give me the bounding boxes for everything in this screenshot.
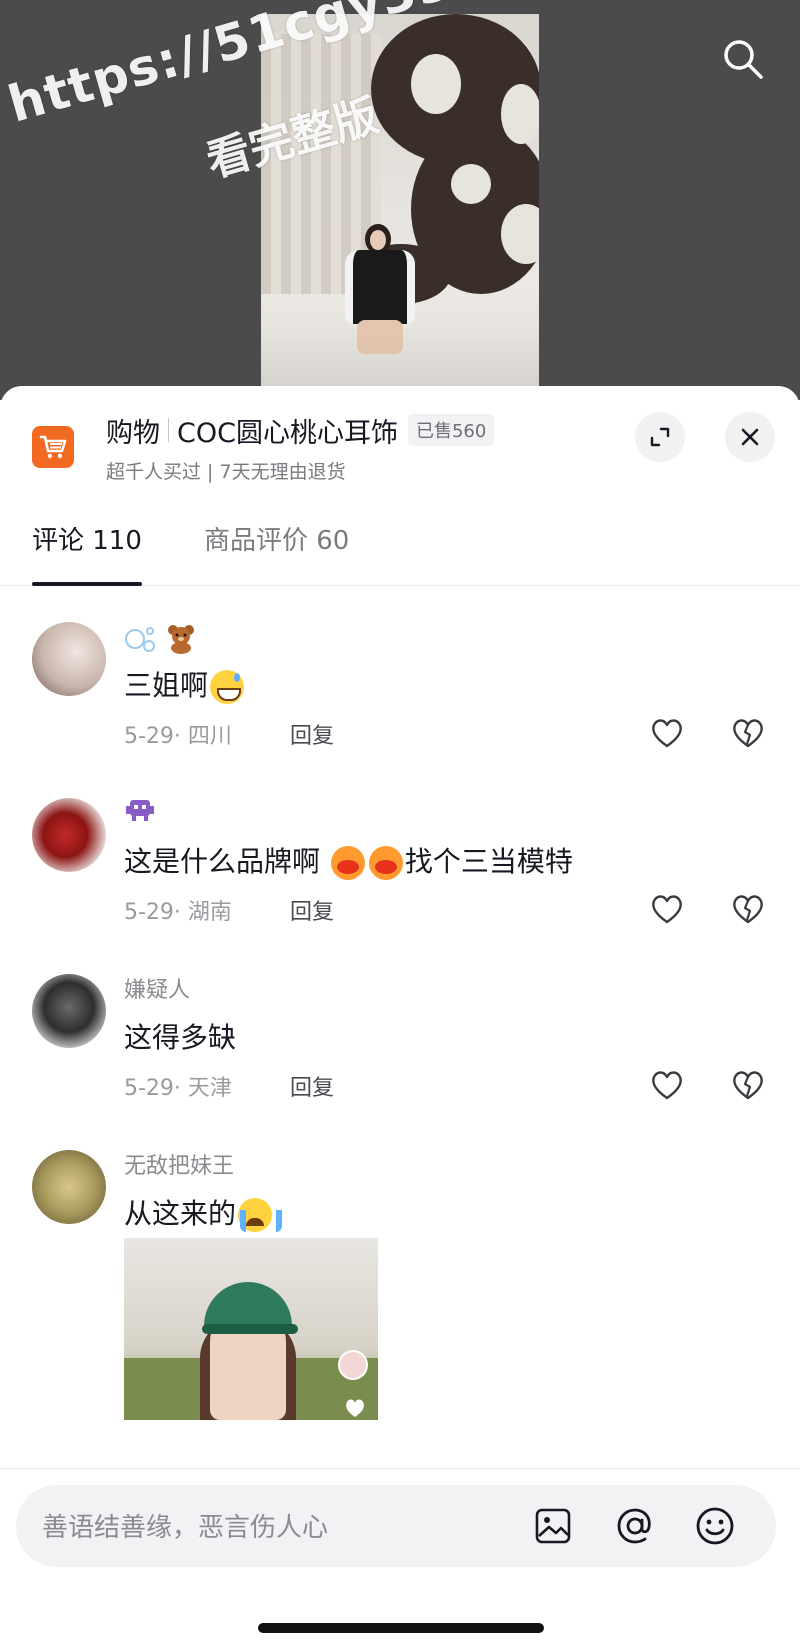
crying-emoji bbox=[238, 1198, 283, 1232]
reply-button[interactable]: 回复 bbox=[290, 1070, 334, 1102]
dislike-button[interactable] bbox=[729, 890, 767, 928]
comment-text-continuation: 找个三当模特 bbox=[404, 845, 573, 878]
product-subtitle: 超千人买过 | 7天无理由退货 bbox=[106, 461, 346, 483]
expand-button[interactable] bbox=[635, 412, 685, 462]
comment-username[interactable] bbox=[124, 796, 156, 824]
comment-text: 从这来的 bbox=[124, 1192, 283, 1232]
heart-icon bbox=[652, 895, 682, 924]
comment-input-placeholder: 善语结善缘，恶言伤人心 bbox=[42, 1513, 329, 1543]
avatar bbox=[338, 1350, 368, 1380]
product-tag: 购物 bbox=[106, 417, 160, 449]
image-button[interactable] bbox=[528, 1501, 578, 1551]
avatar[interactable] bbox=[32, 622, 106, 696]
comment-username[interactable]: 嫌疑人 bbox=[124, 972, 190, 1004]
tab-product-reviews[interactable]: 商品评价 60 bbox=[204, 520, 349, 557]
kiss-emoji bbox=[368, 846, 403, 880]
comment-text-content: 从这来的 bbox=[124, 1197, 237, 1230]
tab-comments[interactable]: 评论 110 bbox=[32, 520, 142, 557]
reply-button[interactable]: 回复 bbox=[290, 718, 334, 750]
at-icon bbox=[617, 1508, 651, 1544]
mention-button[interactable] bbox=[610, 1501, 660, 1551]
heart-icon bbox=[652, 1071, 682, 1100]
comment-meta: 5-29· 天津 bbox=[124, 1076, 232, 1101]
teddy-bear-icon bbox=[168, 625, 194, 654]
bubbles-icon bbox=[125, 627, 155, 652]
video-frame[interactable] bbox=[261, 14, 539, 400]
like-button[interactable] bbox=[648, 890, 686, 928]
comments-sheet: 购物 COC圆心桃心耳饰 已售560 超千人买过 | 7天无理由退货 评论 11… bbox=[0, 386, 800, 1652]
product-title: COC圆心桃心耳饰 bbox=[177, 417, 398, 449]
broken-heart-icon bbox=[733, 1071, 763, 1100]
comment-input-bar: 善语结善缘，恶言伤人心 bbox=[0, 1468, 800, 1652]
active-tab-indicator bbox=[32, 582, 142, 586]
search-button[interactable] bbox=[718, 34, 768, 84]
comment-username[interactable]: 无敌把妹王 bbox=[124, 1148, 234, 1180]
heart-icon bbox=[346, 1399, 364, 1417]
comment-username[interactable] bbox=[124, 622, 197, 654]
comment-text-content: 三姐啊 bbox=[124, 669, 209, 702]
comment-text: 三姐啊 bbox=[124, 664, 246, 704]
divider bbox=[168, 418, 169, 442]
tab-bar: 评论 110 商品评价 60 bbox=[0, 504, 800, 586]
product-title-row: 购物 COC圆心桃心耳饰 已售560 bbox=[106, 410, 495, 450]
image-icon bbox=[535, 1508, 571, 1544]
expand-icon bbox=[650, 427, 670, 447]
avatar[interactable] bbox=[32, 798, 106, 872]
home-indicator bbox=[258, 1623, 544, 1633]
close-button[interactable] bbox=[725, 412, 775, 462]
reply-button[interactable]: 回复 bbox=[290, 894, 334, 926]
video-background: https://51cgy35.com 看完整版 bbox=[0, 0, 800, 400]
shopping-cart-icon bbox=[32, 426, 74, 468]
avatar[interactable] bbox=[32, 1150, 106, 1224]
dislike-button[interactable] bbox=[729, 1066, 767, 1104]
search-icon bbox=[724, 40, 763, 79]
heart-icon bbox=[652, 719, 682, 748]
kiss-emoji bbox=[330, 846, 365, 880]
comment-text-content: 这是什么品牌啊 bbox=[124, 845, 321, 878]
smiley-icon bbox=[696, 1507, 734, 1545]
like-button[interactable] bbox=[648, 714, 686, 752]
comment-image[interactable] bbox=[124, 1238, 378, 1420]
broken-heart-icon bbox=[733, 895, 763, 924]
product-header[interactable]: 购物 COC圆心桃心耳饰 已售560 超千人买过 | 7天无理由退货 bbox=[0, 386, 800, 486]
avatar[interactable] bbox=[32, 974, 106, 1048]
alien-monster-icon bbox=[126, 800, 154, 821]
broken-heart-icon bbox=[733, 719, 763, 748]
sold-badge: 已售560 bbox=[407, 414, 495, 446]
dislike-button[interactable] bbox=[729, 714, 767, 752]
comment-input[interactable]: 善语结善缘，恶言伤人心 bbox=[16, 1485, 776, 1567]
close-icon bbox=[741, 428, 759, 446]
comment-meta: 5-29· 四川 bbox=[124, 724, 232, 749]
emoji-button[interactable] bbox=[690, 1501, 740, 1551]
comment-text: 这得多缺 bbox=[124, 1021, 237, 1054]
like-button[interactable] bbox=[648, 1066, 686, 1104]
comment-text: 这是什么品牌啊 找个三当模特 bbox=[124, 840, 573, 880]
grinning-sweat-emoji bbox=[210, 670, 245, 704]
comment-meta: 5-29· 湖南 bbox=[124, 900, 232, 925]
